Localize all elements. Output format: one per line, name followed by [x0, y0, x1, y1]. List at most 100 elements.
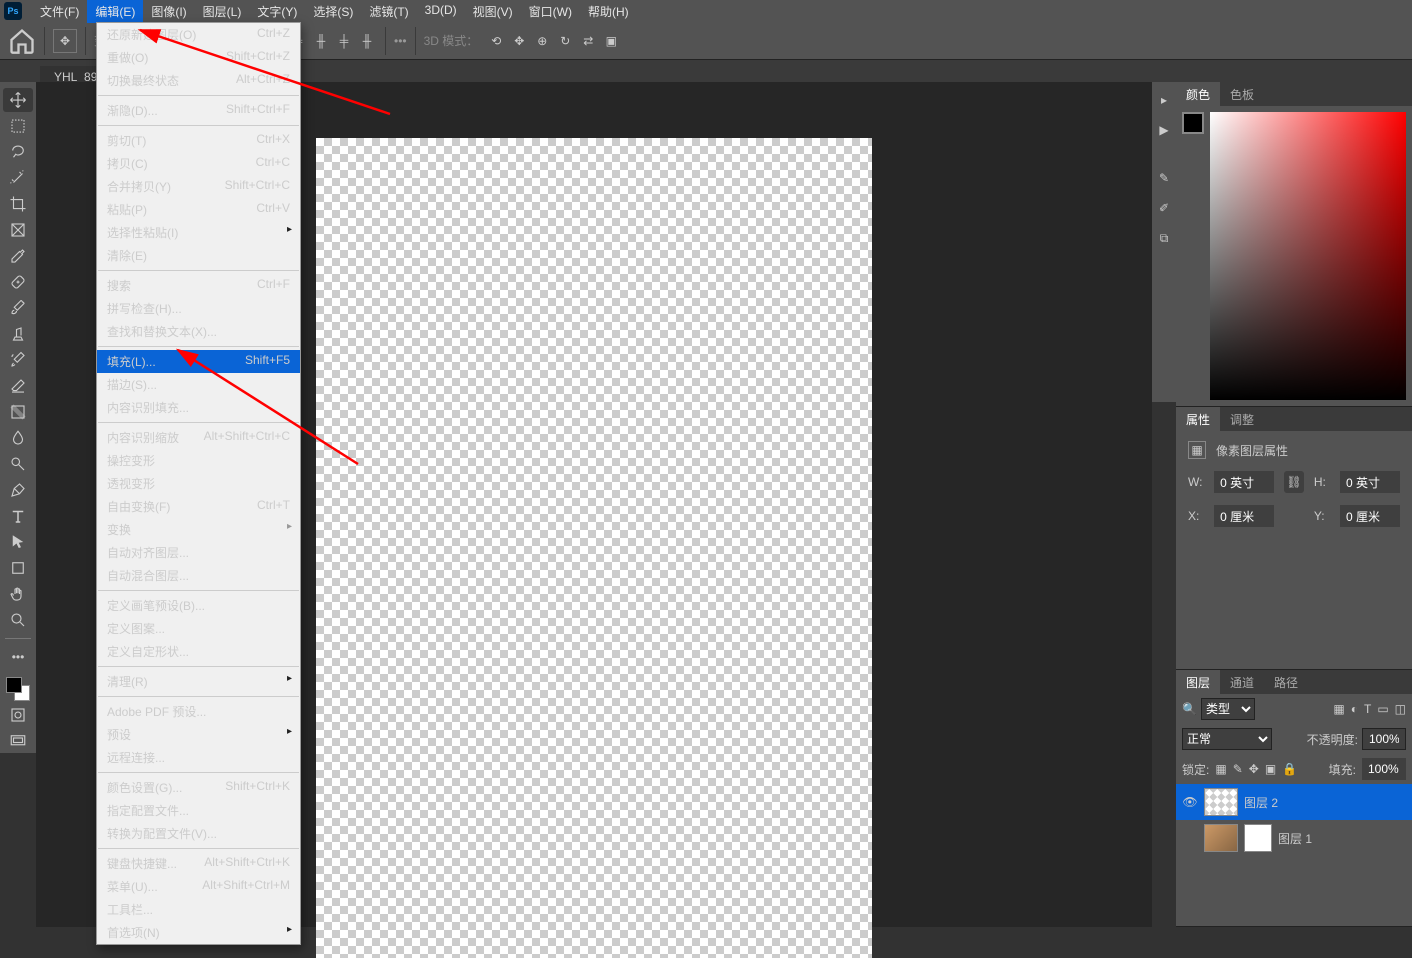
lasso-tool[interactable]	[3, 140, 33, 164]
tab-adjustments[interactable]: 调整	[1220, 407, 1264, 432]
visibility-icon[interactable]	[1182, 830, 1198, 846]
menu-entry[interactable]: 选择性粘贴(I)	[97, 221, 300, 244]
roll-icon[interactable]: ↻	[555, 31, 575, 51]
eyedropper-tool[interactable]	[3, 244, 33, 268]
brush-panel-icon[interactable]: ✎	[1154, 168, 1174, 188]
menu-item[interactable]: 编辑(E)	[87, 0, 143, 23]
magic-wand-tool[interactable]	[3, 166, 33, 190]
menu-entry[interactable]: 远程连接...	[97, 746, 300, 769]
move-tool[interactable]	[3, 88, 33, 112]
slide-icon[interactable]: ⇄	[578, 31, 598, 51]
menu-item[interactable]: 3D(D)	[417, 0, 465, 23]
y-input[interactable]	[1340, 505, 1400, 527]
height-input[interactable]	[1340, 471, 1400, 493]
layer-name[interactable]: 图层 2	[1244, 794, 1278, 811]
orbit-icon[interactable]: ⟲	[486, 31, 506, 51]
history-icon[interactable]: ▸	[1154, 90, 1174, 110]
frame-tool[interactable]	[3, 218, 33, 242]
quickmask-icon[interactable]	[3, 703, 33, 727]
visibility-icon[interactable]: 👁	[1182, 794, 1198, 810]
lock-artboard-icon[interactable]: ▣	[1265, 762, 1276, 776]
layer-name[interactable]: 图层 1	[1278, 830, 1312, 847]
menu-item[interactable]: 文字(Y)	[249, 0, 305, 23]
x-input[interactable]	[1214, 505, 1274, 527]
layer-mask-thumbnail[interactable]	[1244, 824, 1272, 852]
clone-stamp-tool[interactable]	[3, 322, 33, 346]
menu-entry[interactable]: 颜色设置(G)...Shift+Ctrl+K	[97, 776, 300, 799]
tab-swatches[interactable]: 色板	[1220, 82, 1264, 107]
type-tool[interactable]	[3, 504, 33, 528]
lock-paint-icon[interactable]: ✎	[1233, 762, 1243, 776]
layer-row[interactable]: 👁 图层 2	[1176, 784, 1412, 820]
menu-item[interactable]: 图像(I)	[143, 0, 194, 23]
lock-pixels-icon[interactable]: ▦	[1215, 762, 1226, 776]
filter-smart-icon[interactable]: ◫	[1395, 702, 1406, 716]
play-icon[interactable]: ▶	[1154, 120, 1174, 140]
tab-properties[interactable]: 属性	[1176, 407, 1220, 432]
dist-icon[interactable]: ╫	[357, 31, 377, 51]
color-field[interactable]	[1210, 112, 1406, 400]
menu-entry[interactable]: 指定配置文件...	[97, 799, 300, 822]
menu-item[interactable]: 选择(S)	[305, 0, 361, 23]
layer-row[interactable]: 图层 1	[1176, 820, 1412, 856]
color-swatches[interactable]	[6, 677, 30, 701]
tab-channels[interactable]: 通道	[1220, 670, 1264, 695]
menu-item[interactable]: 图层(L)	[195, 0, 250, 23]
filter-adjust-icon[interactable]: ◐	[1351, 702, 1358, 716]
dist-icon[interactable]: ╪	[334, 31, 354, 51]
shape-tool[interactable]	[3, 556, 33, 580]
screenmode-icon[interactable]	[3, 729, 33, 753]
clone-panel-icon[interactable]: ⧉	[1154, 228, 1174, 248]
menu-entry[interactable]: 还原新建图层(O)Ctrl+Z	[97, 23, 300, 46]
layer-thumbnail[interactable]	[1204, 788, 1238, 816]
tab-color[interactable]: 颜色	[1176, 82, 1220, 107]
pen-tool[interactable]	[3, 478, 33, 502]
menu-item[interactable]: 帮助(H)	[580, 0, 637, 23]
eraser-tool[interactable]	[3, 374, 33, 398]
menu-entry[interactable]: 切换最终状态Alt+Ctrl+Z	[97, 69, 300, 92]
blur-tool[interactable]	[3, 426, 33, 450]
dist-icon[interactable]: ╫	[311, 31, 331, 51]
menu-item[interactable]: 视图(V)	[465, 0, 521, 23]
hand-tool[interactable]	[3, 582, 33, 606]
lock-move-icon[interactable]: ✥	[1249, 762, 1259, 776]
width-input[interactable]	[1214, 471, 1274, 493]
menu-entry[interactable]: 搜索Ctrl+F	[97, 274, 300, 297]
healing-tool[interactable]	[3, 270, 33, 294]
menu-entry[interactable]: 预设	[97, 723, 300, 746]
layer-thumbnail[interactable]	[1204, 824, 1238, 852]
foreground-swatch[interactable]	[1182, 112, 1204, 134]
blend-mode-select[interactable]: 正常	[1182, 728, 1272, 750]
layer-filter-kind[interactable]: 类型	[1201, 698, 1255, 720]
filter-shape-icon[interactable]: ▭	[1377, 702, 1388, 716]
edit-toolbar-icon[interactable]: •••	[3, 645, 33, 669]
tab-paths[interactable]: 路径	[1264, 670, 1308, 695]
tool-preset-icon[interactable]: ✥	[53, 29, 77, 53]
menu-item[interactable]: 文件(F)	[32, 0, 87, 23]
gradient-tool[interactable]	[3, 400, 33, 424]
marquee-tool[interactable]	[3, 114, 33, 138]
crop-tool[interactable]	[3, 192, 33, 216]
home-icon[interactable]	[8, 27, 36, 55]
brushsettings-icon[interactable]: ✐	[1154, 198, 1174, 218]
menu-entry[interactable]: Adobe PDF 预设...	[97, 700, 300, 723]
filter-type-icon[interactable]: T	[1364, 702, 1371, 716]
dodge-tool[interactable]	[3, 452, 33, 476]
camera-icon[interactable]: ▣	[601, 31, 621, 51]
path-select-tool[interactable]	[3, 530, 33, 554]
document-canvas[interactable]	[316, 138, 872, 958]
fill-input[interactable]	[1362, 758, 1406, 780]
more-icon[interactable]: •••	[394, 34, 407, 48]
menu-entry[interactable]: 工具栏...	[97, 898, 300, 921]
menu-entry[interactable]: 转换为配置文件(V)...	[97, 822, 300, 845]
zoom-icon[interactable]: ⊕	[532, 31, 552, 51]
history-brush-tool[interactable]	[3, 348, 33, 372]
pan-icon[interactable]: ✥	[509, 31, 529, 51]
menu-entry[interactable]: 清理(R)	[97, 670, 300, 693]
brush-tool[interactable]	[3, 296, 33, 320]
opacity-input[interactable]	[1362, 728, 1406, 750]
lock-all-icon[interactable]: 🔒	[1282, 762, 1297, 776]
link-icon[interactable]: ⛓	[1284, 471, 1304, 493]
menu-entry[interactable]: 首选项(N)	[97, 921, 300, 944]
zoom-tool[interactable]	[3, 608, 33, 632]
